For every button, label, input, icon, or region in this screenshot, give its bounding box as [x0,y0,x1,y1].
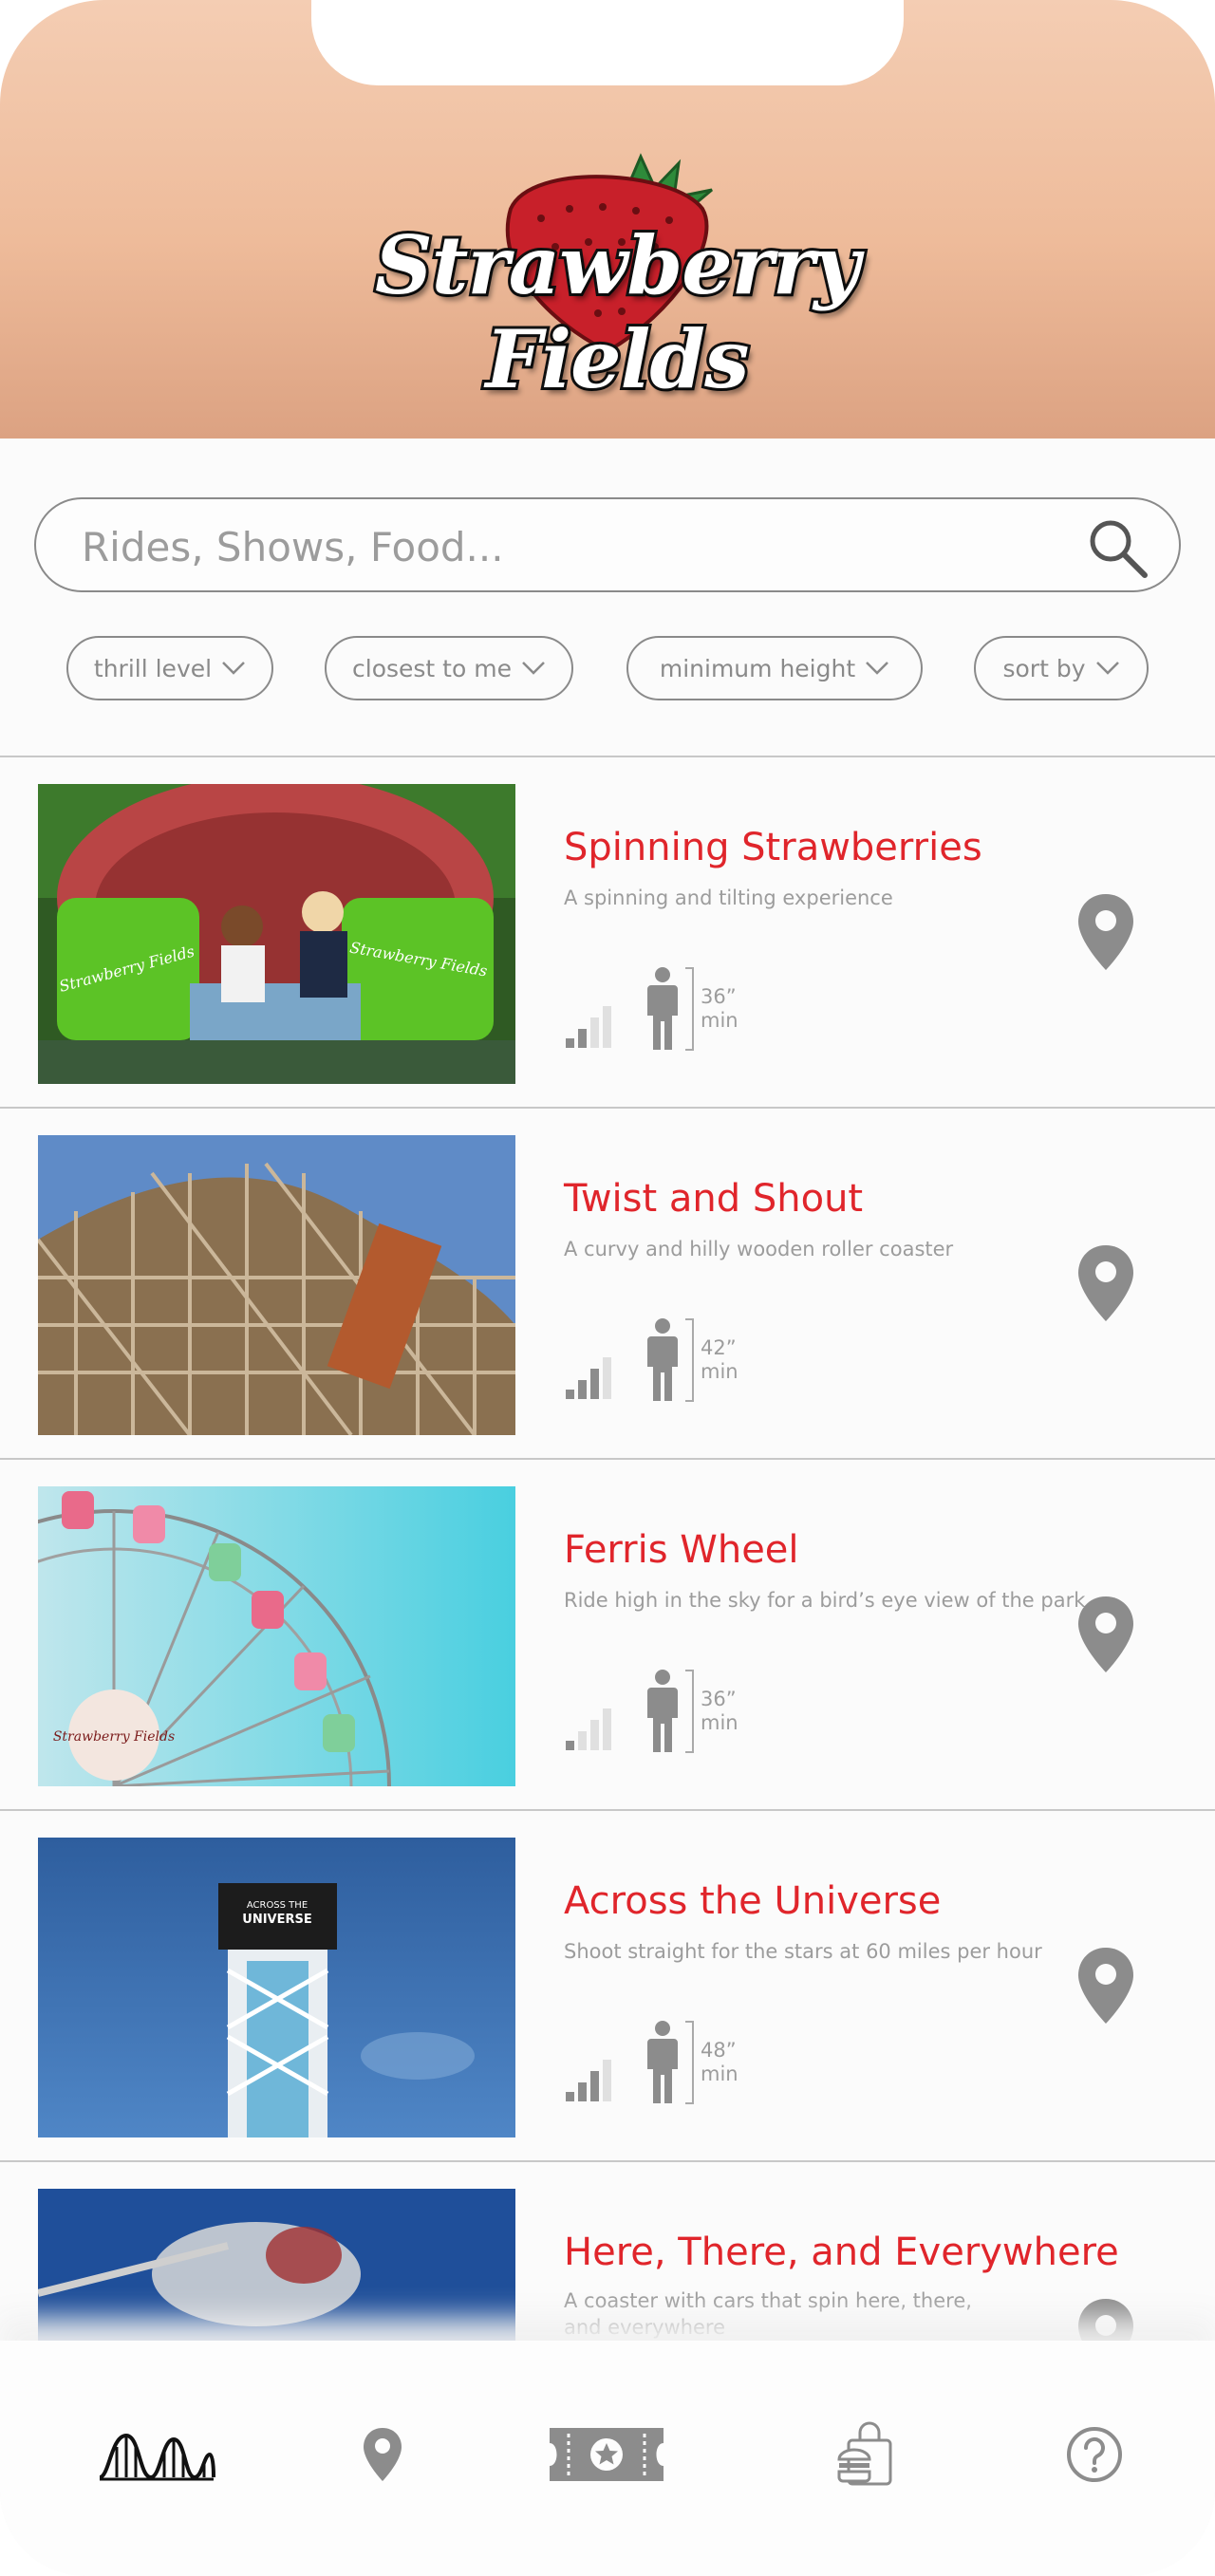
min-height-value: 36” min [701,1688,738,1734]
header: Strawberry Fields [0,0,1215,439]
thrill-level-icon [566,1006,611,1048]
filter-sort-by[interactable]: sort by [974,636,1149,700]
ride-description: A coaster with cars that spin here, ther… [564,2289,972,2339]
tab-help[interactable] [1063,2417,1126,2492]
thrill-level-icon [566,1708,611,1750]
help-icon [1067,2427,1122,2482]
wheel-logo-text: Strawberry Fields [53,1729,175,1745]
filter-label: minimum height [659,654,856,682]
divider [0,2160,1215,2162]
ride-name[interactable]: Here, There, and Everywhere [564,2231,1119,2274]
map-pin-icon[interactable] [1076,892,1135,972]
search-bar[interactable] [34,497,1181,592]
brand-logo: Strawberry Fields [294,152,921,409]
ride-photo-twist-and-shout[interactable] [38,1135,515,1435]
filter-minimum-height[interactable]: minimum height [626,636,923,700]
ticket-icon [550,2428,664,2481]
bottom-tab-bar [0,2341,1215,2576]
map-pin-icon[interactable] [1076,1243,1135,1323]
ride-name[interactable]: Twist and Shout [564,1177,863,1221]
ride-description: A curvy and hilly wooden roller coaster [564,1238,954,1260]
filter-closest-to-me[interactable]: closest to me [325,636,573,700]
map-pin-icon[interactable] [1076,1946,1135,2025]
filter-label: sort by [1002,654,1086,682]
device-notch [311,0,904,85]
map-pin-icon[interactable] [1076,1595,1135,1674]
filter-thrill-level[interactable]: thrill level [66,636,273,700]
min-height-value: 42” min [701,1336,738,1383]
height-requirement-icon [647,1318,694,1402]
ride-description: Ride high in the sky for a bird’s eye vi… [564,1589,1086,1612]
tab-rides[interactable] [95,2417,218,2492]
ride-name[interactable]: Across the Universe [564,1879,941,1923]
ride-name[interactable]: Ferris Wheel [564,1528,799,1572]
divider [0,1809,1215,1811]
brand-wordmark: Strawberry Fields [372,215,863,409]
tab-food[interactable] [832,2417,898,2492]
chevron-down-icon [1095,662,1119,675]
map-pin-icon [364,2428,402,2481]
app-screen: Strawberry Fields thrill level closest t… [0,0,1215,2576]
height-requirement-icon [647,2021,694,2104]
tab-map[interactable] [351,2417,414,2492]
chevron-down-icon [222,662,245,675]
height-requirement-icon [647,1670,694,1753]
thrill-level-icon [566,2060,611,2101]
search-icon[interactable] [1084,514,1150,581]
ride-description: Shoot straight for the stars at 60 miles… [564,1940,1042,1963]
ride-photo-spinning-strawberries[interactable]: Strawberry Fields Strawberry Fields [38,784,515,1084]
divider [0,1458,1215,1460]
ride-photo-across-the-universe[interactable]: ACROSS THE UNIVERSE [38,1838,515,2137]
ride-name[interactable]: Spinning Strawberries [564,826,982,869]
tower-sign-text: ACROSS THE [247,1900,308,1911]
chevron-down-icon [522,662,545,675]
height-requirement-icon [647,967,694,1051]
filter-label: thrill level [93,654,213,682]
search-input[interactable] [82,520,1031,573]
roller-coaster-icon [99,2433,215,2481]
filter-label: closest to me [352,654,512,682]
divider [0,1107,1215,1109]
chevron-down-icon [866,662,889,675]
thrill-level-icon [566,1357,611,1399]
divider [0,756,1215,757]
food-bag-icon [837,2421,892,2486]
tab-tickets[interactable] [547,2417,666,2492]
ride-photo-ferris-wheel[interactable]: Strawberry Fields [38,1486,515,1786]
tower-sign-text: UNIVERSE [242,1913,311,1927]
min-height-value: 48” min [701,2039,738,2085]
min-height-value: 36” min [701,985,738,1032]
ride-description: A spinning and tilting experience [564,887,893,909]
